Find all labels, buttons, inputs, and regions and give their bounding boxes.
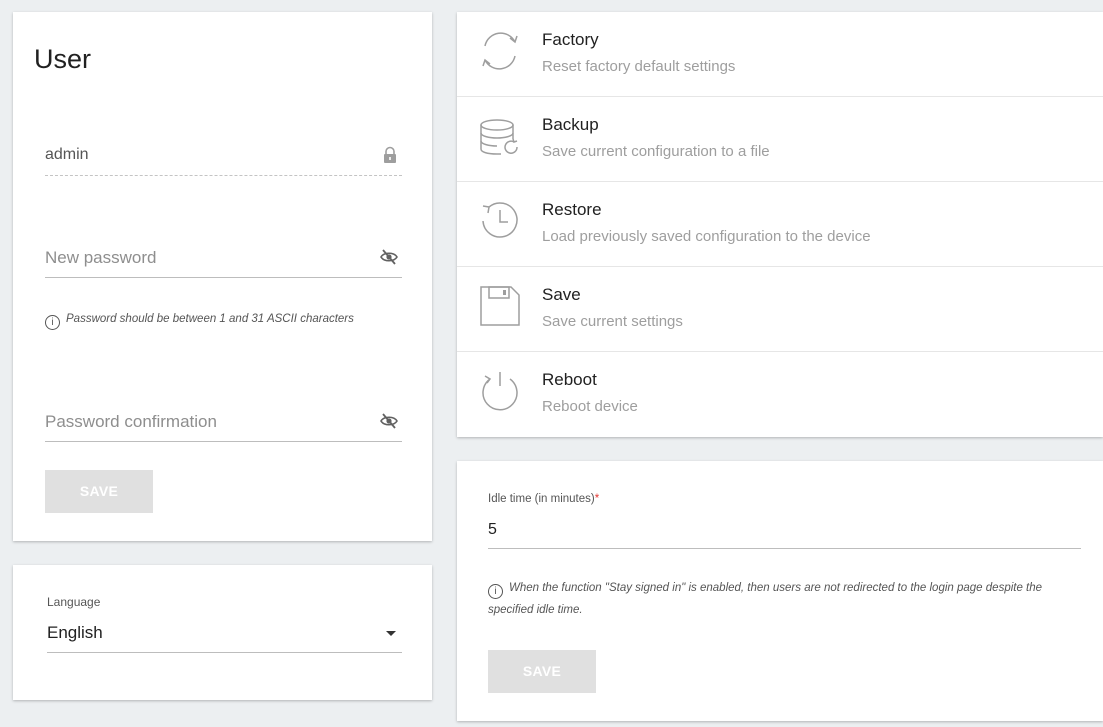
action-restore[interactable]: Restore Load previously saved configurat…	[457, 182, 1103, 267]
required-mark: *	[594, 493, 600, 505]
action-save[interactable]: Save Save current settings	[457, 267, 1103, 352]
idle-time-label: Idle time (in minutes)*	[488, 493, 599, 505]
eye-off-icon[interactable]	[380, 248, 398, 266]
action-reboot-description: Reboot device	[542, 398, 638, 415]
language-card: Language English	[13, 565, 432, 700]
info-icon: i	[45, 315, 60, 330]
user-card-title: User	[34, 44, 92, 74]
password-hint-text: Password should be between 1 and 31 ASCI…	[66, 313, 354, 325]
idle-time-value: 5	[488, 521, 497, 538]
action-restore-description: Load previously saved configuration to t…	[542, 228, 871, 245]
action-factory[interactable]: Factory Reset factory default settings	[457, 12, 1103, 97]
database-backup-icon	[480, 119, 518, 155]
language-selected-value: English	[47, 623, 103, 642]
refresh-icon	[482, 32, 518, 70]
action-factory-description: Reset factory default settings	[542, 58, 736, 75]
idle-time-card: Idle time (in minutes)* 5 i When the func…	[457, 461, 1103, 721]
action-backup-title: Backup	[542, 115, 599, 134]
idle-time-hint: i When the function "Stay signed in" is e…	[488, 577, 1078, 621]
password-confirmation-placeholder: Password confirmation	[45, 412, 217, 431]
new-password-field[interactable]: New password	[45, 242, 402, 278]
info-icon: i	[488, 584, 503, 599]
history-icon	[482, 202, 518, 238]
login-value: admin	[45, 146, 89, 163]
idle-time-input[interactable]: 5	[488, 513, 1081, 549]
system-actions-card: Factory Reset factory default settings B…	[457, 12, 1103, 437]
password-confirmation-field[interactable]: Password confirmation	[45, 406, 402, 442]
floppy-icon	[480, 286, 520, 326]
eye-off-icon[interactable]	[380, 412, 398, 430]
action-backup-description: Save current configuration to a file	[542, 143, 770, 160]
action-reboot[interactable]: Reboot Reboot device	[457, 352, 1103, 437]
dropdown-arrow-icon[interactable]	[386, 631, 396, 636]
user-card: User admin New password i Password should…	[13, 12, 432, 541]
user-save-button[interactable]: SAVE	[45, 470, 153, 513]
language-select[interactable]: English	[47, 617, 402, 653]
new-password-placeholder: New password	[45, 248, 157, 267]
idle-time-hint-text: When the function "Stay signed in" is en…	[488, 582, 1043, 616]
idle-time-label-text: Idle time (in minutes)	[488, 493, 595, 505]
power-icon	[482, 372, 518, 411]
action-save-description: Save current settings	[542, 313, 683, 330]
action-save-title: Save	[542, 285, 581, 304]
password-hint: i Password should be between 1 and 31 ASC…	[45, 308, 385, 330]
lock-icon	[384, 146, 396, 163]
action-restore-title: Restore	[542, 200, 602, 219]
action-reboot-title: Reboot	[542, 370, 597, 389]
language-label: Language	[47, 595, 101, 609]
action-factory-title: Factory	[542, 30, 599, 49]
login-field: admin	[45, 140, 402, 176]
action-backup[interactable]: Backup Save current configuration to a f…	[457, 97, 1103, 182]
idle-save-button[interactable]: SAVE	[488, 650, 596, 693]
